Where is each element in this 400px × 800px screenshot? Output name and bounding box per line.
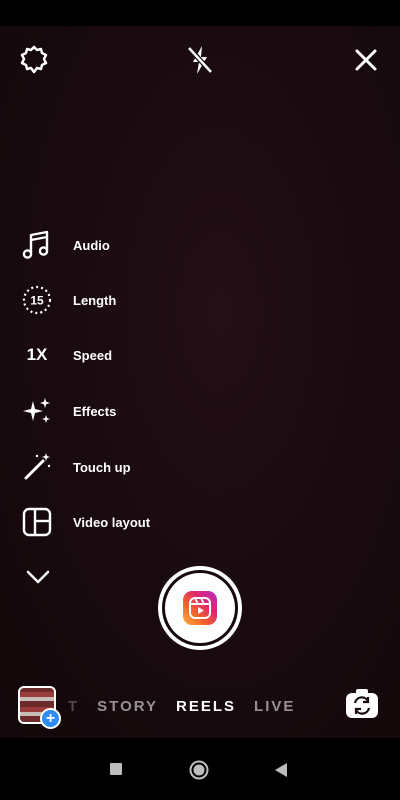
tool-label: Video layout [73, 514, 151, 530]
close-icon [355, 49, 377, 71]
tool-label: Speed [73, 347, 113, 363]
record-button-inner [165, 573, 235, 643]
tool-effects[interactable]: Effects [18, 391, 238, 431]
system-nav-bar [0, 738, 400, 800]
chevron-down-icon [26, 570, 50, 584]
record-button[interactable] [158, 566, 242, 650]
reels-icon [183, 591, 217, 625]
speed-badge: 1X [26, 345, 48, 364]
tool-label: Length [73, 292, 117, 308]
mode-selector: T STORY REELS LIVE [68, 696, 313, 716]
triangle-back-icon [275, 763, 287, 777]
circle-icon [189, 760, 209, 780]
tool-label: Touch up [73, 459, 131, 475]
tool-label: Effects [73, 403, 117, 419]
timer-icon: 15 [18, 281, 56, 319]
magic-wand-icon [18, 448, 56, 486]
speed-icon: 1X [18, 336, 56, 374]
tool-video-layout[interactable]: Video layout [18, 502, 238, 542]
back-button[interactable] [272, 761, 290, 779]
gear-icon [20, 45, 48, 74]
mode-post[interactable]: T [68, 698, 79, 715]
expand-tools-button[interactable] [24, 565, 52, 589]
tool-audio[interactable]: Audio [18, 225, 238, 265]
close-button[interactable] [348, 42, 384, 78]
length-badge: 15 [30, 294, 44, 308]
flash-button[interactable] [182, 42, 218, 78]
mode-live[interactable]: LIVE [254, 698, 295, 715]
flip-camera-icon [346, 689, 378, 718]
tool-touch-up[interactable]: Touch up [18, 447, 238, 487]
mode-story[interactable]: STORY [97, 698, 158, 715]
tool-speed[interactable]: 1X Speed [18, 335, 238, 375]
flip-camera-button[interactable] [344, 686, 380, 722]
music-note-icon [18, 226, 56, 264]
mode-reels[interactable]: REELS [176, 698, 236, 715]
sparkles-icon [18, 392, 56, 430]
flash-off-icon [187, 46, 213, 74]
layout-icon [18, 503, 56, 541]
home-button[interactable] [188, 759, 210, 781]
recents-button[interactable] [108, 761, 124, 777]
tool-label: Audio [73, 237, 110, 253]
tool-length[interactable]: 15 Length [18, 280, 238, 320]
settings-button[interactable] [16, 42, 52, 78]
status-bar [0, 0, 400, 26]
square-icon [110, 763, 122, 775]
add-media-button[interactable]: + [40, 708, 61, 729]
